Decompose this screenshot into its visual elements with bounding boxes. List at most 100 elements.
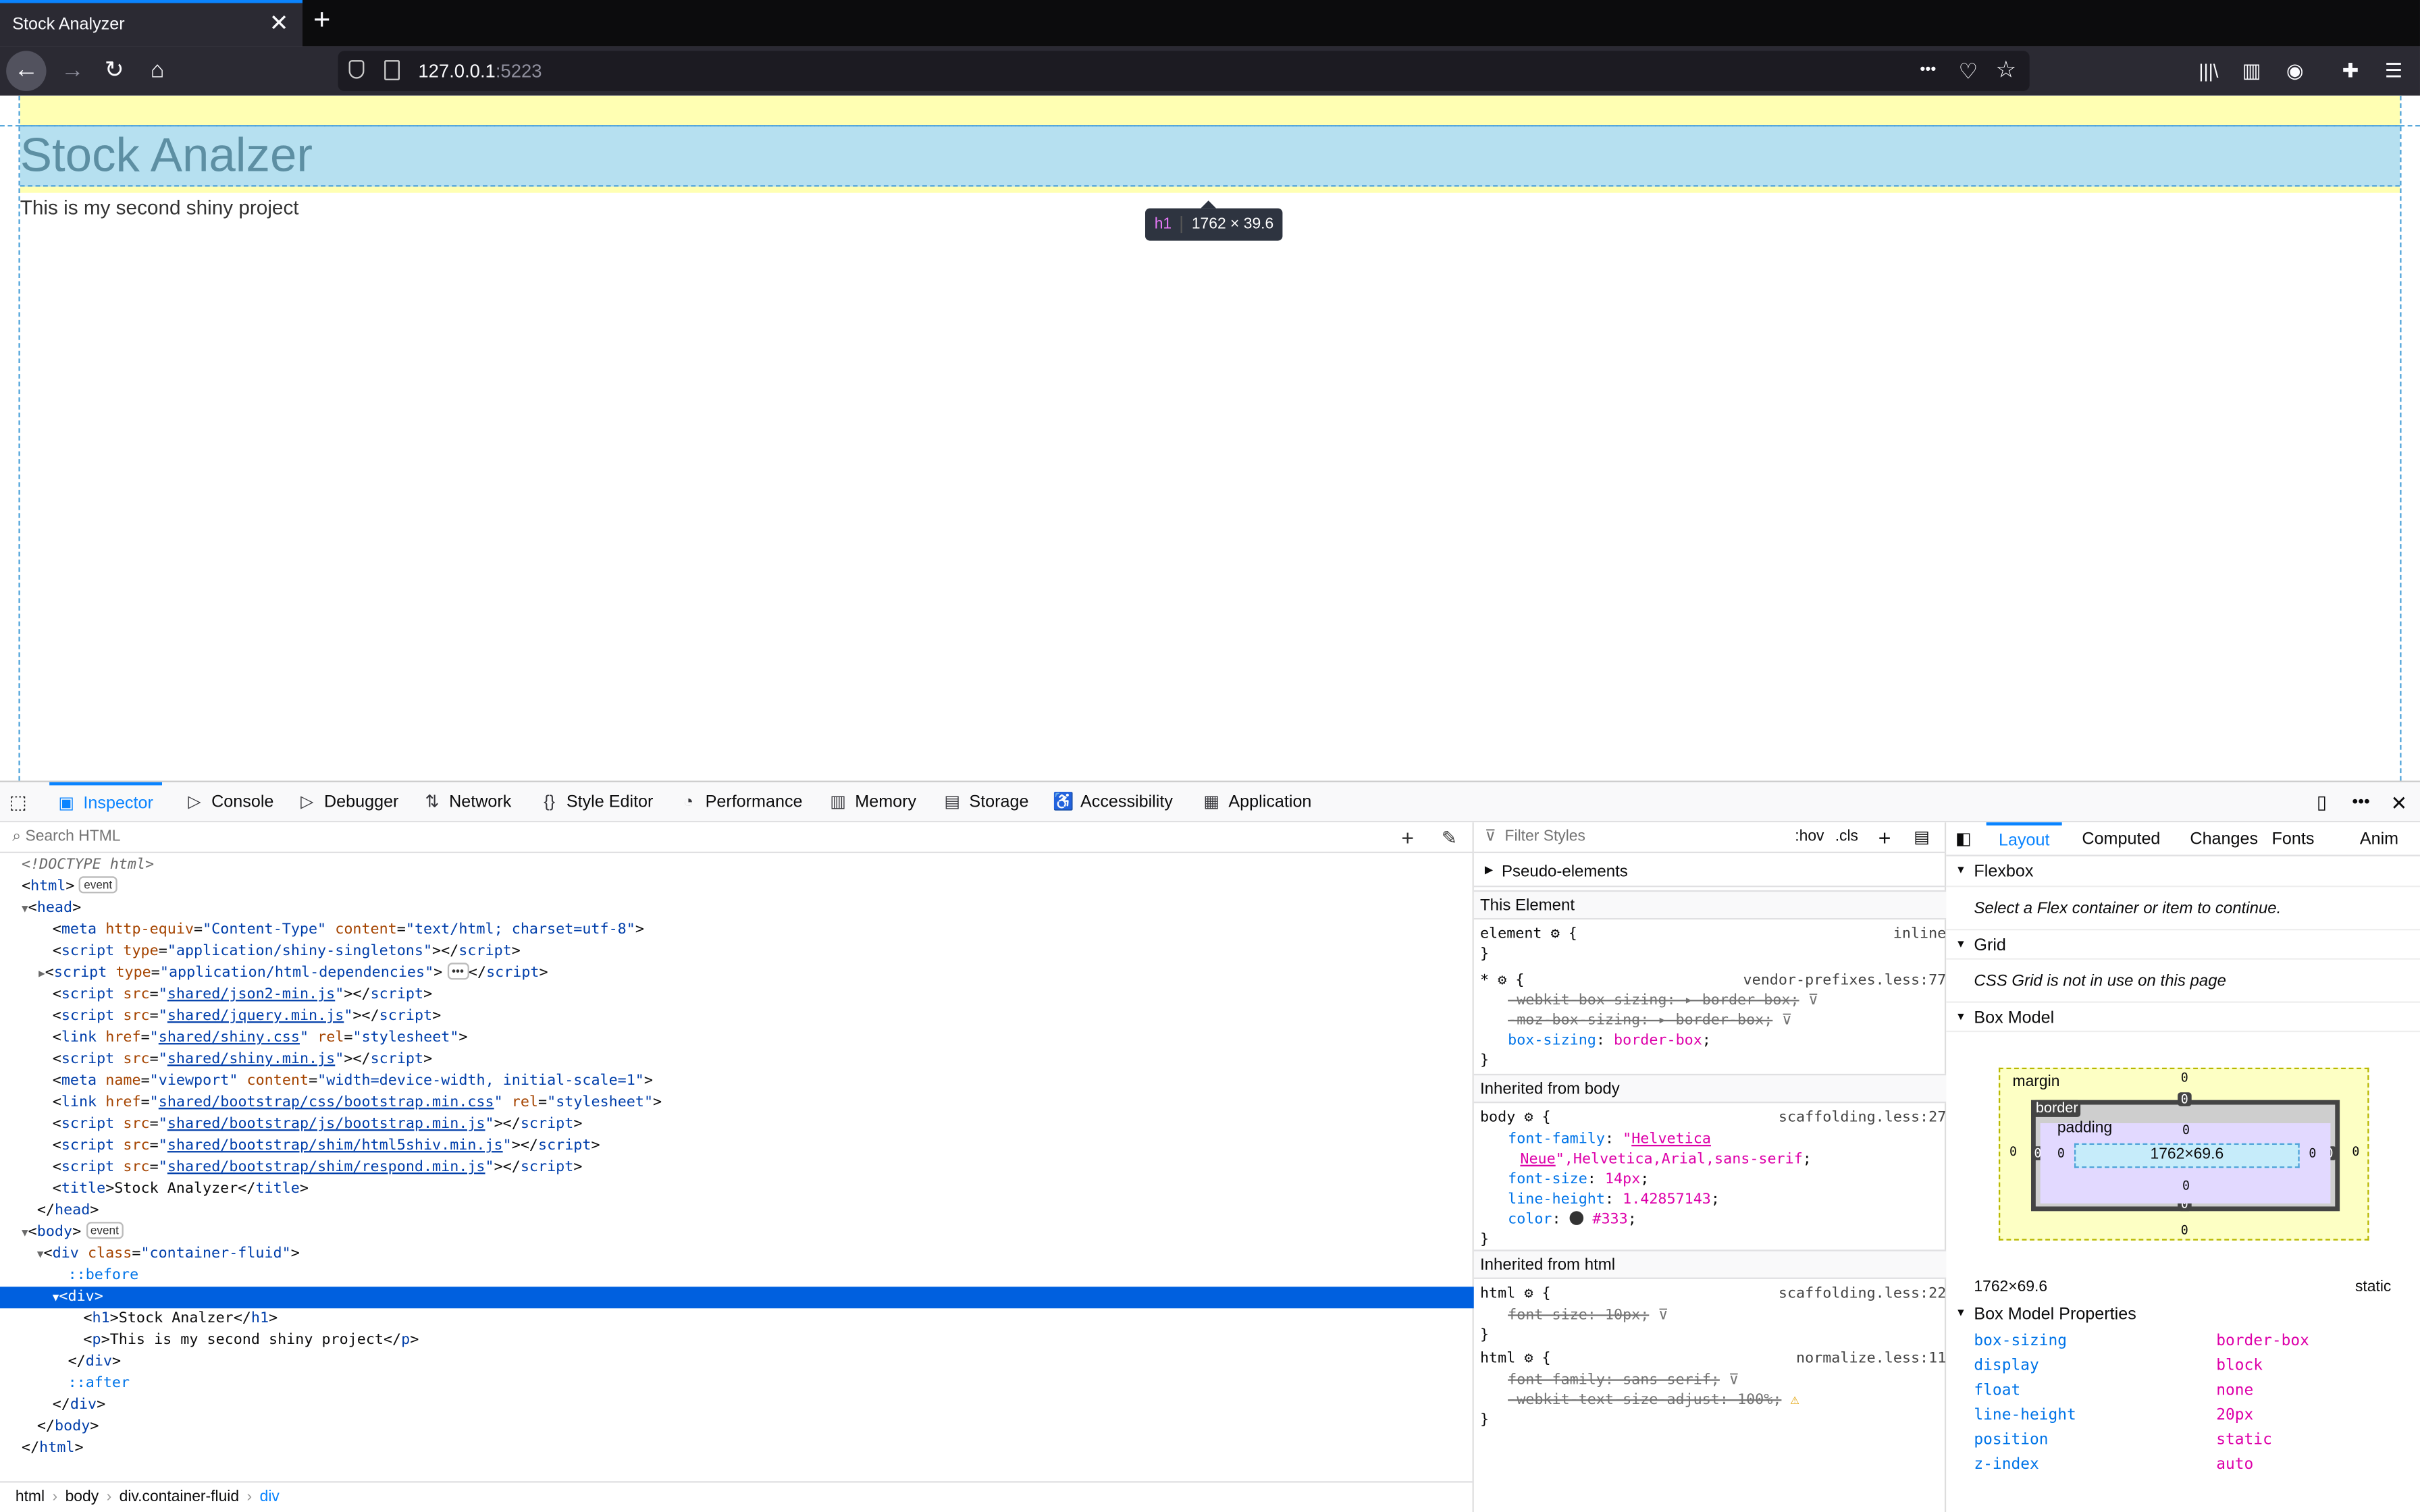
markup-node[interactable]: </html>	[0, 1438, 1474, 1459]
markup-node[interactable]: </head>	[0, 1200, 1474, 1222]
markup-node[interactable]: <script src="shared/json2-min.js"></scri…	[0, 984, 1474, 1006]
print-icon[interactable]: ▤	[1914, 822, 1930, 853]
browser-tab[interactable]: Stock Analyzer ✕	[0, 0, 302, 47]
margin-top-value[interactable]: 0	[2181, 1071, 2188, 1085]
search-placeholder: Search HTML	[25, 828, 121, 846]
tab-accessibility[interactable]: ♿ Accessibility	[1047, 782, 1182, 824]
breadcrumb-item[interactable]: div.container-fluid	[120, 1489, 239, 1506]
markup-node[interactable]: </div>	[0, 1395, 1474, 1416]
library-icon[interactable]: |||\	[2192, 55, 2226, 86]
padding-right-value[interactable]: 0	[2309, 1146, 2316, 1160]
add-node-icon[interactable]: +	[1401, 822, 1414, 853]
sidebar-icon[interactable]: ▥	[2236, 55, 2267, 86]
margin-left-value[interactable]: 0	[2009, 1145, 2017, 1159]
home-icon[interactable]: ⌂	[142, 55, 173, 86]
tab-icon: ▷	[188, 792, 201, 812]
close-devtools-icon[interactable]: ✕	[2391, 782, 2408, 824]
toggle-pane-icon[interactable]: ◧	[1955, 828, 1972, 848]
markup-node[interactable]: <title>Stock Analyzer</title>	[0, 1179, 1474, 1200]
tab-performance[interactable]: ◔ Performance	[671, 782, 812, 824]
filter-styles[interactable]: ⊽ Filter Styles :hov .cls + ▤	[1473, 822, 1947, 853]
tab-style-editor[interactable]: {} Style Editor	[533, 782, 663, 824]
add-rule-icon[interactable]: +	[1878, 822, 1891, 853]
breadcrumb-item[interactable]: div	[260, 1489, 280, 1506]
filter-icon: ⊽	[1484, 828, 1496, 846]
shield-icon[interactable]	[348, 60, 365, 79]
back-icon[interactable]: ←	[6, 51, 47, 91]
box-model-properties[interactable]: Box Model Properties	[1946, 1299, 2420, 1330]
markup-node[interactable]: <script src="shared/jquery.min.js"></scr…	[0, 1006, 1474, 1027]
markup-node[interactable]: </body>	[0, 1416, 1474, 1438]
padding-top-value[interactable]: 0	[2182, 1123, 2190, 1137]
markup-node[interactable]: ▼<div class="container-fluid">	[0, 1243, 1474, 1265]
sidebar-tab-computed[interactable]: Computed	[2070, 822, 2173, 856]
markup-node[interactable]: ::after	[0, 1373, 1474, 1395]
margin-right-value[interactable]: 0	[2352, 1145, 2359, 1159]
markup-node[interactable]: <script type="application/shiny-singleto…	[0, 941, 1474, 963]
markup-node[interactable]: <link href="shared/shiny.css" rel="style…	[0, 1027, 1474, 1049]
selected-node[interactable]: ▼<div>	[0, 1287, 1474, 1309]
padding-box: padding 0 0 0 0 1762×69.6	[2040, 1120, 2331, 1204]
markup-node[interactable]: <meta name="viewport" content="width=dev…	[0, 1071, 1474, 1092]
breadcrumb-item[interactable]: body	[65, 1489, 99, 1506]
tab-inspector[interactable]: ▣ Inspector	[49, 782, 163, 824]
account-icon[interactable]: ◉	[2280, 55, 2311, 86]
padding-bottom-value[interactable]: 0	[2182, 1179, 2190, 1193]
reload-icon[interactable]: ↻	[99, 55, 130, 86]
cls-button[interactable]: .cls	[1835, 822, 1858, 853]
sidebar-tab-fonts[interactable]: Fonts	[2259, 822, 2326, 856]
new-tab-icon[interactable]: +	[313, 5, 330, 38]
url-bar[interactable]: 127.0.0.1:5223 ••• ♡ ☆	[338, 51, 2030, 91]
prop-name: line-height	[1974, 1407, 2076, 1424]
border-top-value[interactable]: 0	[2178, 1092, 2192, 1106]
markup-node[interactable]: <html> event	[0, 876, 1474, 898]
markup-node[interactable]: ::before	[0, 1265, 1474, 1287]
markup-node[interactable]: <!DOCTYPE html>	[0, 855, 1474, 876]
bookmark-star-icon[interactable]: ☆	[1995, 51, 2016, 90]
element-picker-icon[interactable]: ⬚	[9, 782, 37, 824]
tab-memory[interactable]: ▥ Memory	[821, 782, 926, 824]
url-text[interactable]: 127.0.0.1:5223	[418, 51, 542, 90]
tab-application[interactable]: ▦ Application	[1194, 782, 1321, 824]
sidebar-tab-anim[interactable]: Anim	[2348, 822, 2411, 856]
markup-node[interactable]: <script src="shared/bootstrap/shim/respo…	[0, 1157, 1474, 1179]
sidebar-tab-changes[interactable]: Changes	[2178, 822, 2270, 856]
rule-universal: * ⚙ {vendor-prefixes.less:77	[1479, 971, 1947, 990]
markup-node[interactable]: ▶<script type="application/html-dependen…	[0, 963, 1474, 984]
markup-node[interactable]: </div>	[0, 1351, 1474, 1373]
markup-node[interactable]: <script src="shared/shiny.min.js"></scri…	[0, 1049, 1474, 1071]
more-icon[interactable]: •••	[1920, 51, 1936, 90]
padding-left-value[interactable]: 0	[2057, 1146, 2065, 1160]
pseudo-elements[interactable]: ▶ Pseudo-elements	[1473, 857, 1947, 888]
flexbox-section[interactable]: Flexbox	[1946, 857, 2420, 888]
menu-icon[interactable]: ☰	[2378, 55, 2409, 86]
sidebar-tab-layout[interactable]: Layout	[1986, 822, 2062, 856]
tab-debugger[interactable]: ▷ Debugger	[290, 782, 408, 824]
dock-icon[interactable]: ▯	[2317, 782, 2327, 824]
options-icon[interactable]: •••	[2352, 782, 2369, 824]
boxmodel-section[interactable]: Box Model	[1946, 1001, 2420, 1033]
extensions-icon[interactable]: ✚	[2335, 55, 2366, 86]
markup-node[interactable]: <meta http-equiv="Content-Type" content=…	[0, 919, 1474, 941]
grid-section[interactable]: Grid	[1946, 928, 2420, 961]
tab-console[interactable]: ▷ Console	[178, 782, 283, 824]
pocket-icon[interactable]: ♡	[1959, 51, 1978, 90]
search-html[interactable]: ⌕ Search HTML + ✎	[0, 822, 1474, 853]
margin-bottom-value[interactable]: 0	[2181, 1224, 2188, 1238]
breadcrumb: html › body › div.container-fluid › div	[0, 1481, 1474, 1512]
markup-node[interactable]: <link href="shared/bootstrap/css/bootstr…	[0, 1092, 1474, 1114]
close-icon[interactable]: ✕	[269, 3, 289, 47]
markup-node[interactable]: <script src="shared/bootstrap/shim/html5…	[0, 1135, 1474, 1157]
eyedropper-icon[interactable]: ✎	[1442, 822, 1457, 853]
markup-node[interactable]: ▼<head>	[0, 898, 1474, 919]
tab-label: Network	[449, 792, 512, 812]
hov-button[interactable]: :hov	[1795, 822, 1824, 853]
markup-node[interactable]: <p>This is my second shiny project</p>	[0, 1330, 1474, 1351]
forward-icon[interactable]: →	[57, 55, 88, 86]
markup-node[interactable]: ▼<body> event	[0, 1222, 1474, 1243]
tab-network[interactable]: ⇅ Network	[415, 782, 521, 824]
breadcrumb-item[interactable]: html	[16, 1489, 45, 1506]
markup-node[interactable]: <script src="shared/bootstrap/js/bootstr…	[0, 1114, 1474, 1135]
markup-node[interactable]: <h1>Stock Analzer</h1>	[0, 1308, 1474, 1330]
tab-storage[interactable]: ▤ Storage	[935, 782, 1038, 824]
